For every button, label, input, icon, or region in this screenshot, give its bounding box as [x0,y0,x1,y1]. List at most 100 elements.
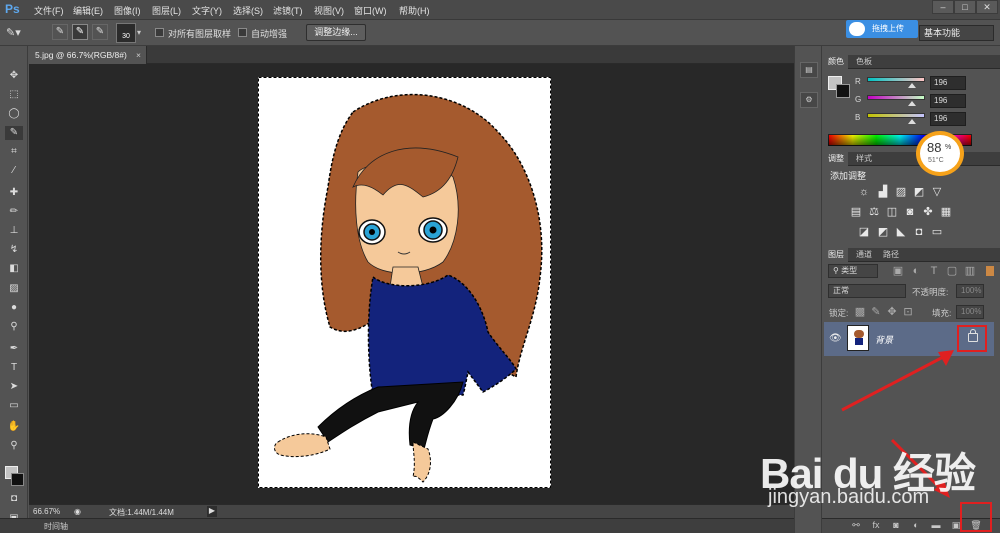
brightness-icon[interactable]: ☼ [858,186,870,198]
status-menu-arrow-icon[interactable]: ▶ [207,506,217,517]
quick-mask-icon[interactable]: ◘ [5,492,23,506]
b-value-field[interactable]: 196 [930,112,966,126]
menu-edit[interactable]: 编辑(E) [73,4,103,17]
filter-adjustment-icon[interactable]: ◐ [910,265,922,277]
menu-file[interactable]: 文件(F) [34,4,64,17]
menu-window[interactable]: 窗口(W) [354,4,387,17]
clone-stamp-tool-icon[interactable]: ⊥ [5,224,23,238]
g-value-field[interactable]: 196 [930,94,966,108]
channel-mixer-icon[interactable]: ✤ [922,206,934,218]
menu-layer[interactable]: 图层(L) [152,4,181,17]
photo-filter-icon[interactable]: ◙ [904,206,916,218]
sample-all-layers-checkbox[interactable] [155,28,164,37]
refine-edge-button[interactable]: 调整边缘... [306,24,366,41]
tab-styles[interactable]: 样式 [852,152,876,166]
pen-tool-icon[interactable]: ✒ [5,342,23,356]
menu-image[interactable]: 图像(I) [114,4,141,17]
filter-pixel-icon[interactable]: ▣ [892,265,904,277]
history-brush-tool-icon[interactable]: ↯ [5,243,23,257]
history-panel-icon[interactable]: ▤ [800,62,818,78]
levels-icon[interactable]: ▟ [877,186,889,198]
fx-icon[interactable]: fx [870,520,882,530]
rectangle-tool-icon[interactable]: ▭ [5,399,23,413]
hand-tool-icon[interactable]: ✋ [5,420,23,434]
b-slider-thumb[interactable] [907,119,916,124]
tab-layers[interactable]: 图层 [824,248,848,262]
chevron-down-icon[interactable]: ▾ [137,28,141,37]
close-button[interactable]: ✕ [976,0,998,14]
lock-all-icon[interactable]: ⊡ [902,306,914,318]
blend-mode-select[interactable]: 正常 [828,284,906,298]
exposure-icon[interactable]: ◩ [913,186,925,198]
threshold-icon[interactable]: ◣ [895,226,907,238]
r-value-field[interactable]: 196 [930,76,966,90]
workspace-select[interactable]: 基本功能 [919,25,994,41]
fill-field[interactable]: 100% [956,305,984,319]
quick-selection-tool-icon[interactable]: ✎ [5,126,23,140]
layer-filter-select[interactable]: ⚲ 类型 [828,264,878,278]
tab-channels[interactable]: 通道 [852,248,876,262]
r-slider[interactable] [867,77,925,82]
new-group-icon[interactable]: ▬ [930,520,942,530]
filter-shape-icon[interactable]: ▢ [946,265,958,277]
type-tool-icon[interactable]: T [5,361,23,375]
filter-smart-object-icon[interactable]: ▥ [964,265,976,277]
tab-paths[interactable]: 路径 [879,248,903,262]
r-slider-thumb[interactable] [907,83,916,88]
eyedropper-tool-icon[interactable]: ⁄ [5,164,23,178]
document-tab[interactable]: 5.jpg @ 66.7%(RGB/8#) × [29,46,147,64]
invert-icon[interactable]: ◪ [858,226,870,238]
posterize-icon[interactable]: ◩ [877,226,889,238]
g-slider[interactable] [867,95,925,100]
blur-tool-icon[interactable]: ● [5,301,23,315]
hue-saturation-icon[interactable]: ▤ [850,206,862,218]
lock-position-icon[interactable]: ✥ [886,306,898,318]
vibrance-icon[interactable]: ▽ [931,186,943,198]
zoom-level[interactable]: 66.67% [33,507,60,516]
quick-selection-tool-preset-icon[interactable]: ✎▾ [6,26,21,39]
menu-type[interactable]: 文字(Y) [192,4,222,17]
dodge-tool-icon[interactable]: ⚲ [5,320,23,334]
add-to-selection-icon[interactable]: ✎ [72,24,88,40]
minimize-button[interactable]: – [932,0,954,14]
properties-panel-icon[interactable]: ⚙ [800,92,818,108]
marquee-tool-icon[interactable]: ⬚ [5,88,23,102]
close-tab-icon[interactable]: × [136,46,141,64]
tab-color[interactable]: 颜色 [824,55,848,69]
brush-tool-icon[interactable]: ✏ [5,205,23,219]
status-info-icon[interactable]: ◉ [74,507,81,516]
restore-button[interactable]: □ [954,0,976,14]
path-selection-tool-icon[interactable]: ➤ [5,380,23,394]
menu-help[interactable]: 帮助(H) [399,4,430,17]
tab-swatches[interactable]: 色板 [852,55,876,69]
color-lookup-icon[interactable]: ▦ [940,206,952,218]
lock-transparent-icon[interactable]: ▩ [854,306,866,318]
add-mask-icon[interactable]: ◙ [890,520,902,530]
menu-filter[interactable]: 滤镜(T) [273,4,303,17]
bg-color-swatch[interactable] [836,84,850,98]
lock-pixels-icon[interactable]: ✎ [870,306,882,318]
background-color-swatch[interactable] [11,473,24,486]
auto-enhance-checkbox[interactable] [238,28,247,37]
b-slider[interactable] [867,113,925,118]
brush-size-picker[interactable]: 30 [116,23,136,43]
tab-adjustments[interactable]: 调整 [824,152,848,166]
healing-brush-tool-icon[interactable]: ✚ [5,186,23,200]
zoom-tool-icon[interactable]: ⚲ [5,439,23,453]
crop-tool-icon[interactable]: ⌗ [5,145,23,159]
gradient-map-icon[interactable]: ▭ [931,226,943,238]
menu-view[interactable]: 视图(V) [314,4,344,17]
temperature-widget[interactable]: 88 % 51°C [916,131,964,176]
subtract-from-selection-icon[interactable]: ✎ [92,24,108,40]
eraser-tool-icon[interactable]: ◧ [5,262,23,276]
lasso-tool-icon[interactable]: ◯ [5,107,23,121]
g-slider-thumb[interactable] [907,101,916,106]
filter-type-icon[interactable]: T [928,265,940,277]
link-layers-icon[interactable]: ⚯ [850,520,862,530]
filter-toggle-icon[interactable] [986,266,994,276]
new-selection-icon[interactable]: ✎ [52,24,68,40]
gradient-tool-icon[interactable]: ▨ [5,282,23,296]
move-tool-icon[interactable]: ✥ [5,69,23,83]
color-balance-icon[interactable]: ⚖ [868,206,880,218]
new-adjustment-layer-icon[interactable]: ◐ [910,520,922,530]
